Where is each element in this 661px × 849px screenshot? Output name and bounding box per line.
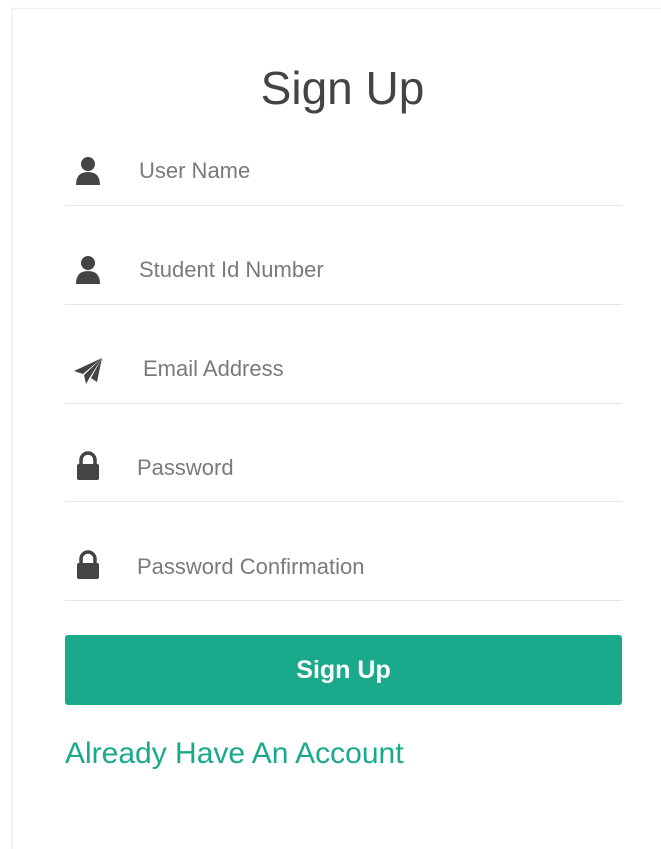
user-icon (73, 156, 103, 186)
password-confirmation-input[interactable] (137, 549, 597, 585)
email-field (65, 304, 622, 404)
student-id-input[interactable] (139, 252, 599, 288)
email-input[interactable] (143, 351, 603, 387)
already-have-account-link[interactable]: Already Have An Account (65, 736, 404, 772)
password-input[interactable] (137, 450, 597, 486)
lock-icon (73, 451, 103, 481)
sign-up-button[interactable]: Sign Up (65, 635, 622, 705)
password-field (65, 402, 622, 502)
user-name-field (65, 106, 622, 206)
lock-icon (73, 550, 103, 580)
user-icon (73, 255, 103, 285)
password-confirmation-field (65, 501, 622, 601)
paper-plane-icon (73, 356, 103, 386)
user-name-input[interactable] (139, 153, 599, 189)
student-id-field (65, 205, 622, 305)
